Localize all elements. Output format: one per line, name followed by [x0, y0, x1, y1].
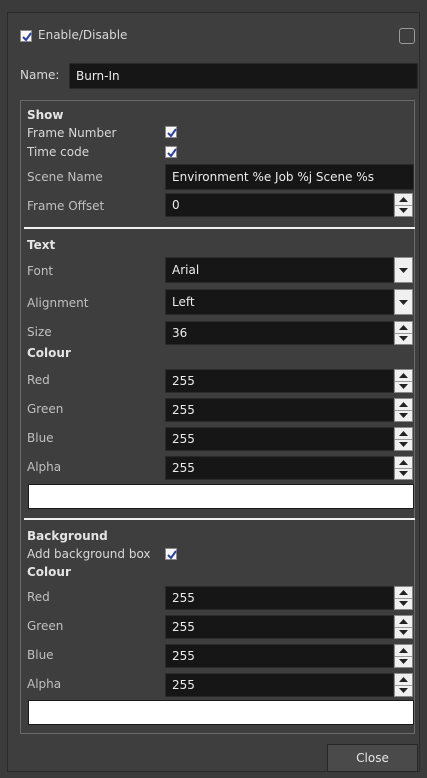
size-stepper[interactable]	[394, 321, 413, 345]
show-heading: Show	[27, 108, 64, 122]
frame-offset-label: Frame Offset	[27, 199, 105, 213]
bg-alpha-stepper[interactable]	[394, 673, 413, 697]
arrow-down-icon[interactable]	[395, 598, 412, 609]
bg-green-stepper[interactable]	[394, 615, 413, 639]
close-button[interactable]: Close	[327, 744, 418, 772]
frame-number-label: Frame Number	[27, 126, 117, 140]
check-icon	[167, 128, 177, 138]
text-green-stepper[interactable]	[394, 398, 413, 422]
add-background-box-label: Add background box	[27, 547, 151, 561]
check-icon	[167, 550, 177, 560]
arrow-down-icon[interactable]	[395, 410, 412, 421]
bg-blue-input[interactable]: 255	[165, 644, 394, 668]
arrow-down-icon[interactable]	[395, 627, 412, 638]
corner-checkbox[interactable]	[399, 28, 415, 44]
font-select[interactable]: Arial	[165, 257, 394, 283]
text-red-input[interactable]: 255	[165, 369, 394, 393]
text-alpha-label: Alpha	[27, 460, 62, 474]
arrow-down-icon[interactable]	[395, 439, 412, 450]
name-input[interactable]: Burn-In	[69, 63, 418, 89]
bg-alpha-input[interactable]: 255	[165, 673, 394, 697]
text-green-input[interactable]: 255	[165, 398, 394, 422]
chevron-down-icon	[399, 268, 408, 273]
text-colour-heading: Colour	[27, 346, 71, 360]
text-alpha-stepper[interactable]	[394, 456, 413, 480]
bg-red-label: Red	[27, 590, 50, 604]
check-icon	[22, 32, 32, 42]
chevron-down-icon	[399, 300, 408, 305]
bg-blue-stepper[interactable]	[394, 644, 413, 668]
bg-red-input[interactable]: 255	[165, 586, 394, 610]
check-icon	[167, 148, 177, 158]
arrow-down-icon[interactable]	[395, 656, 412, 667]
time-code-label: Time code	[27, 145, 90, 159]
section-divider	[24, 227, 415, 229]
bg-alpha-label: Alpha	[27, 677, 62, 691]
arrow-down-icon[interactable]	[395, 685, 412, 696]
size-input[interactable]: 36	[165, 321, 394, 345]
text-red-label: Red	[27, 373, 50, 387]
alignment-dropdown-button[interactable]	[394, 289, 413, 315]
bg-green-label: Green	[27, 619, 64, 633]
font-dropdown-button[interactable]	[394, 257, 413, 283]
frame-number-checkbox[interactable]	[165, 126, 177, 138]
text-blue-stepper[interactable]	[394, 427, 413, 451]
arrow-down-icon[interactable]	[395, 333, 412, 344]
alignment-select[interactable]: Left	[165, 289, 394, 315]
add-background-box-checkbox[interactable]	[165, 548, 177, 560]
font-label: Font	[27, 264, 54, 278]
section-divider	[24, 518, 415, 520]
arrow-down-icon[interactable]	[395, 381, 412, 392]
bg-red-stepper[interactable]	[394, 586, 413, 610]
text-blue-label: Blue	[27, 431, 54, 445]
text-green-label: Green	[27, 402, 64, 416]
frame-offset-stepper[interactable]	[394, 193, 413, 217]
text-colour-swatch[interactable]	[28, 484, 414, 509]
background-colour-swatch[interactable]	[28, 700, 414, 725]
scene-name-input[interactable]: Environment %e Job %j Scene %s	[165, 164, 414, 190]
background-colour-heading: Colour	[27, 565, 71, 579]
enable-disable-label: Enable/Disable	[38, 28, 128, 42]
size-label: Size	[27, 325, 52, 339]
text-blue-input[interactable]: 255	[165, 427, 394, 451]
arrow-down-icon[interactable]	[395, 468, 412, 479]
text-alpha-input[interactable]: 255	[165, 456, 394, 480]
bg-blue-label: Blue	[27, 648, 54, 662]
text-heading: Text	[27, 238, 56, 252]
frame-offset-input[interactable]: 0	[165, 193, 394, 217]
scene-name-label: Scene Name	[27, 170, 103, 184]
alignment-label: Alignment	[27, 296, 89, 310]
background-heading: Background	[27, 529, 108, 543]
name-label: Name:	[20, 68, 60, 82]
time-code-checkbox[interactable]	[165, 146, 177, 158]
enable-checkbox[interactable]	[20, 30, 32, 42]
bg-green-input[interactable]: 255	[165, 615, 394, 639]
text-red-stepper[interactable]	[394, 369, 413, 393]
arrow-down-icon[interactable]	[395, 205, 412, 216]
